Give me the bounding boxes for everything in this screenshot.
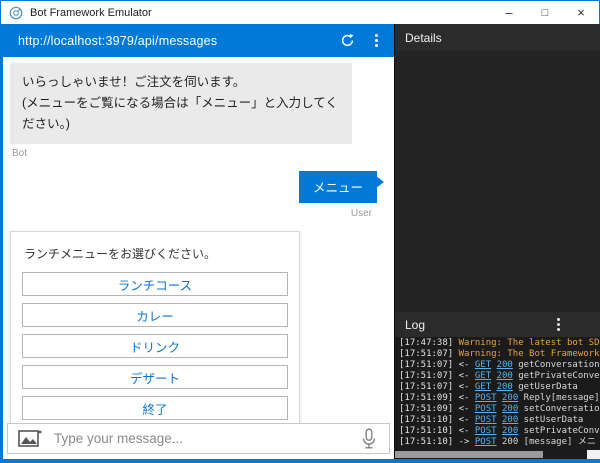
card-button[interactable]: ランチコース [22,272,288,296]
log-entry-text: [message] メニ [523,437,596,447]
log-status: 200 [501,437,519,447]
log-method-link[interactable]: POST [475,437,497,447]
log-entry: [17:51:09] <- POST 200 setConversatio [399,404,600,414]
scrollbar-thumb[interactable] [395,451,543,458]
app-logo-icon [9,6,23,19]
message-list: いらっしゃいませ！ご注文を伺います。 (メニューをご覧になる場合は「メニュー」と… [3,57,394,459]
log-method-link[interactable]: GET [475,382,491,392]
log-entry: [17:51:10] <- POST 200 setPrivateConv [399,426,600,436]
bot-sender-label: Bot [12,148,28,159]
log-status-link[interactable]: 200 [502,415,518,425]
bot-message-bubble: いらっしゃいませ！ご注文を伺います。 (メニューをご覧になる場合は「メニュー」と… [10,63,352,144]
message-input[interactable] [42,431,361,446]
log-entry: [17:47:38] Warning: The latest bot SD [399,338,600,348]
log-status-link[interactable]: 200 [502,426,518,436]
card-button[interactable]: 終了 [22,396,288,420]
maximize-button[interactable]: □ [527,1,563,24]
minimize-button[interactable]: – [491,1,527,24]
details-panel-body [395,51,600,312]
card-button[interactable]: ドリンク [22,334,288,358]
log-method-link[interactable]: POST [475,393,497,403]
log-entry-text: setUserData [523,415,584,425]
log-entry-text: Reply[message] [523,393,600,403]
app-window: Bot Framework Emulator – □ × http://loca… [0,0,600,463]
close-button[interactable]: × [563,1,599,24]
window-title: Bot Framework Emulator [30,6,152,19]
log-entry: [17:51:10] <- POST 200 setUserData [399,415,584,425]
microphone-icon[interactable] [361,428,377,450]
log-entry: [17:51:07] <- GET 200 getUserData [399,382,578,392]
log-entry: [17:51:07] <- GET 200 getConversation [399,360,600,370]
menu-card-title: ランチメニューをお選びください。 [24,247,217,261]
log-panel-title: Log [405,317,426,332]
user-sender-label: User [350,208,372,219]
log-entry-text: setPrivateConv [523,426,600,436]
user-message-text: メニュー [312,181,363,195]
log-method-link[interactable]: POST [475,415,497,425]
log-horizontal-scrollbar[interactable] [395,450,600,459]
log-status-link[interactable]: 200 [497,360,513,370]
log-status-link[interactable]: 200 [497,382,513,392]
log-method-link[interactable]: POST [475,426,497,436]
attach-image-icon[interactable] [18,429,42,448]
log-entry: [17:51:07] Warning: The Bot Framework [399,349,600,359]
log-method-link[interactable]: GET [475,360,491,370]
chat-panel: http://localhost:3979/api/messages いらっしゃ… [3,24,394,459]
log-entry: [17:51:07] <- GET 200 getPrivateConve [399,371,600,381]
log-panel-header: Log [395,312,600,337]
log-method-link[interactable]: GET [475,371,491,381]
log-entry: [17:51:09] <- POST 200 Reply[message] [399,393,600,403]
message-input-bar [7,423,390,454]
user-bubble-arrow [376,176,384,188]
log-method-link[interactable]: POST [475,404,497,414]
details-panel-title: Details [405,30,442,45]
reconnect-icon[interactable] [336,30,358,52]
log-entry-text: getConversation [518,360,600,370]
user-message-bubble: メニュー [298,171,384,203]
log-entry-text: getPrivateConve [518,371,600,381]
log-entry: [17:51:10] -> POST 200 [message] メニ [399,437,596,447]
main-area: http://localhost:3979/api/messages いらっしゃ… [3,24,600,459]
log-entry-text: getUserData [518,382,578,392]
scrollbar-corner [586,450,600,459]
log-status-link[interactable]: 200 [497,371,513,381]
inspector-panel: Details Log [17:47:38] Warning: The late… [394,24,600,459]
endpoint-address-bar: http://localhost:3979/api/messages [3,24,394,57]
title-bar: Bot Framework Emulator – □ × [1,1,599,24]
endpoint-url[interactable]: http://localhost:3979/api/messages [18,34,217,48]
log-status-link[interactable]: 200 [502,393,518,403]
window-controls: – □ × [491,1,599,24]
user-message-row: メニュー [3,171,394,203]
card-button[interactable]: デザート [22,365,288,389]
log-body: [17:47:38] Warning: The latest bot SD [17… [395,337,600,450]
log-status-link[interactable]: 200 [502,404,518,414]
menu-card: ランチメニューをお選びください。 ランチコース カレードリンクデザート終了 [10,231,300,432]
log-menu-icon[interactable] [556,318,560,331]
details-panel-header: Details [395,24,600,51]
card-buttons: ランチコース カレードリンクデザート終了 [22,272,288,420]
conversation-menu-icon[interactable] [366,30,386,52]
log-entry-text: setConversatio [523,404,600,414]
card-button[interactable]: カレー [22,303,288,327]
